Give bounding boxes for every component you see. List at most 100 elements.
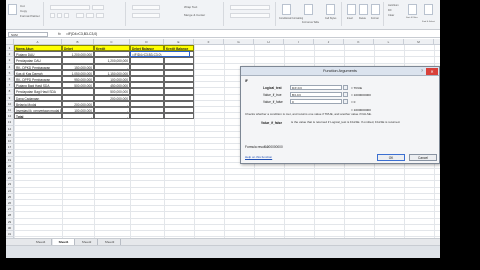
grid-row-line — [14, 180, 440, 182]
grid-row-line — [14, 168, 440, 169]
status-bar — [6, 245, 440, 258]
cell-styles-label[interactable]: Cell Styles — [325, 17, 336, 20]
formula-result-value: 1000000000 — [265, 145, 283, 149]
font-color-button[interactable] — [96, 13, 104, 18]
arg-result-value-if-false: = 0 — [351, 100, 356, 104]
format-label[interactable]: Format — [371, 17, 379, 20]
arg-input-value-if-false[interactable]: 0 — [290, 99, 342, 104]
grid-row-line — [14, 174, 440, 176]
sort-filter-icon[interactable] — [408, 4, 417, 15]
close-icon[interactable]: ✕ — [426, 68, 438, 75]
column-header-f[interactable]: F — [194, 39, 224, 45]
align-top-buttons[interactable] — [132, 5, 160, 10]
column-header-k[interactable]: K — [344, 39, 374, 45]
autosum-button[interactable]: AutoSum — [388, 4, 399, 7]
font-group — [46, 2, 126, 26]
merge-center-button[interactable]: Merge & Center — [184, 13, 205, 17]
arg-result-value-if-true: = 1000000000 — [351, 93, 371, 97]
fill-color-button[interactable] — [86, 13, 94, 18]
column-header-j[interactable]: J — [314, 39, 344, 45]
grid-row-line — [14, 230, 440, 231]
arg-input-value-if-true[interactable]: B3-C3 — [290, 92, 342, 97]
format-painter-button[interactable]: Format Painter — [20, 14, 40, 18]
column-header-i[interactable]: I — [284, 39, 314, 45]
arg-input-logical-test[interactable]: D3>C3 — [290, 85, 342, 90]
range-picker-icon[interactable] — [343, 99, 348, 104]
cell-kredit-balance[interactable] — [164, 113, 194, 120]
column-header-l[interactable]: L — [374, 39, 404, 45]
cells-group: Insert Delete Format — [344, 2, 384, 26]
arg-label-logical-test: Logical_test — [263, 86, 282, 90]
number-format-select[interactable] — [230, 5, 270, 10]
help-icon[interactable]: ? — [419, 68, 425, 75]
number-group — [226, 2, 276, 26]
cell-kredit[interactable]: - — [94, 113, 130, 120]
format-as-table-label[interactable]: Format as Table — [302, 21, 319, 24]
range-picker-icon[interactable] — [343, 85, 348, 90]
dialog-title[interactable]: Function Arguments — [241, 67, 439, 76]
function-description: Checks whether a condition is met, and r… — [245, 112, 372, 116]
function-arguments-dialog: Function Arguments ? ✕ IF Logical_test D… — [240, 66, 440, 164]
insert-icon[interactable] — [347, 4, 356, 15]
underline-button[interactable] — [64, 13, 69, 18]
arg-result-logical-test: = TRUE — [351, 86, 363, 90]
range-picker-icon[interactable] — [343, 92, 348, 97]
fx-icon[interactable]: fx — [58, 32, 61, 36]
format-icon[interactable] — [371, 4, 380, 15]
cancel-button[interactable]: Cancel — [409, 154, 437, 161]
grid-row-line — [14, 217, 440, 219]
arg-label-value-if-true: Value_if_true — [263, 93, 282, 97]
formula-input[interactable]: =IF(D4>C3,B3-C3,0) — [66, 32, 436, 37]
grid-row-line — [14, 199, 440, 200]
function-name: IF — [245, 79, 248, 83]
cell-styles-icon[interactable] — [326, 4, 335, 15]
grid-row-line — [14, 223, 440, 225]
editing-group: AutoSum Fill Clear Sort & Filter Find & … — [386, 2, 440, 26]
font-name-select[interactable] — [50, 5, 90, 10]
fill-button[interactable]: Fill — [388, 9, 391, 12]
bold-button[interactable] — [50, 13, 55, 18]
cell-debet-balance[interactable] — [130, 113, 164, 120]
grid-row-line — [14, 205, 440, 207]
clipboard-group: Cut Copy Format Painter — [6, 2, 44, 26]
conditional-formatting-label[interactable]: Conditional Formatting — [279, 17, 303, 20]
font-size-select[interactable] — [92, 5, 104, 10]
cell-debet[interactable]: - — [62, 113, 94, 120]
number-format-buttons[interactable] — [230, 13, 270, 18]
cut-button[interactable]: Cut — [20, 4, 25, 8]
cell-account-name[interactable]: Total — [14, 113, 62, 120]
clear-button[interactable]: Clear — [388, 14, 394, 17]
wrap-text-button[interactable]: Wrap Text — [184, 5, 197, 9]
focused-arg-label: Value_if_false — [261, 121, 283, 125]
grid-col-line — [194, 45, 195, 238]
column-header-g[interactable]: G — [224, 39, 254, 45]
column-header-h[interactable]: H — [254, 39, 284, 45]
sort-filter-label[interactable]: Sort & Filter — [406, 17, 418, 19]
insert-label[interactable]: Insert — [347, 17, 353, 20]
grid-row-line — [14, 192, 440, 194]
cell-debet-balance[interactable]: =IF(D4>C3,B3-C3,0) — [130, 51, 190, 58]
excel-window: Cut Copy Format Painter Wrap Text Merge … — [6, 0, 440, 258]
italic-button[interactable] — [57, 13, 62, 18]
column-header-m[interactable]: M — [404, 39, 434, 45]
ok-button[interactable]: OK — [377, 154, 405, 161]
formula-bar: SUM fx =IF(D4>C3,B3-C3,0) — [6, 31, 440, 38]
align-left-buttons[interactable] — [132, 13, 160, 18]
screen: Cut Copy Format Painter Wrap Text Merge … — [0, 0, 480, 270]
alignment-group: Wrap Text Merge & Center — [128, 2, 224, 26]
delete-icon[interactable] — [359, 4, 368, 15]
sheet-tabs-bar: Sheet4 Sheet1 Sheet2 Sheet3 — [6, 238, 440, 245]
find-select-label[interactable]: Find & Select — [422, 21, 435, 23]
paste-icon[interactable] — [8, 4, 17, 15]
help-on-function-link[interactable]: Help on this function — [245, 155, 272, 159]
grid-row-line — [14, 211, 440, 213]
delete-label[interactable]: Delete — [359, 17, 366, 20]
styles-group: Conditional Formatting Format as Table C… — [278, 2, 342, 26]
conditional-formatting-icon[interactable] — [282, 4, 291, 15]
focused-arg-description: is the value that is returned if Logical… — [291, 120, 401, 124]
name-box[interactable]: SUM — [8, 32, 48, 37]
find-select-icon[interactable] — [424, 4, 433, 15]
borders-button[interactable] — [76, 13, 84, 18]
format-as-table-icon[interactable] — [304, 4, 313, 15]
copy-button[interactable]: Copy — [20, 9, 27, 13]
